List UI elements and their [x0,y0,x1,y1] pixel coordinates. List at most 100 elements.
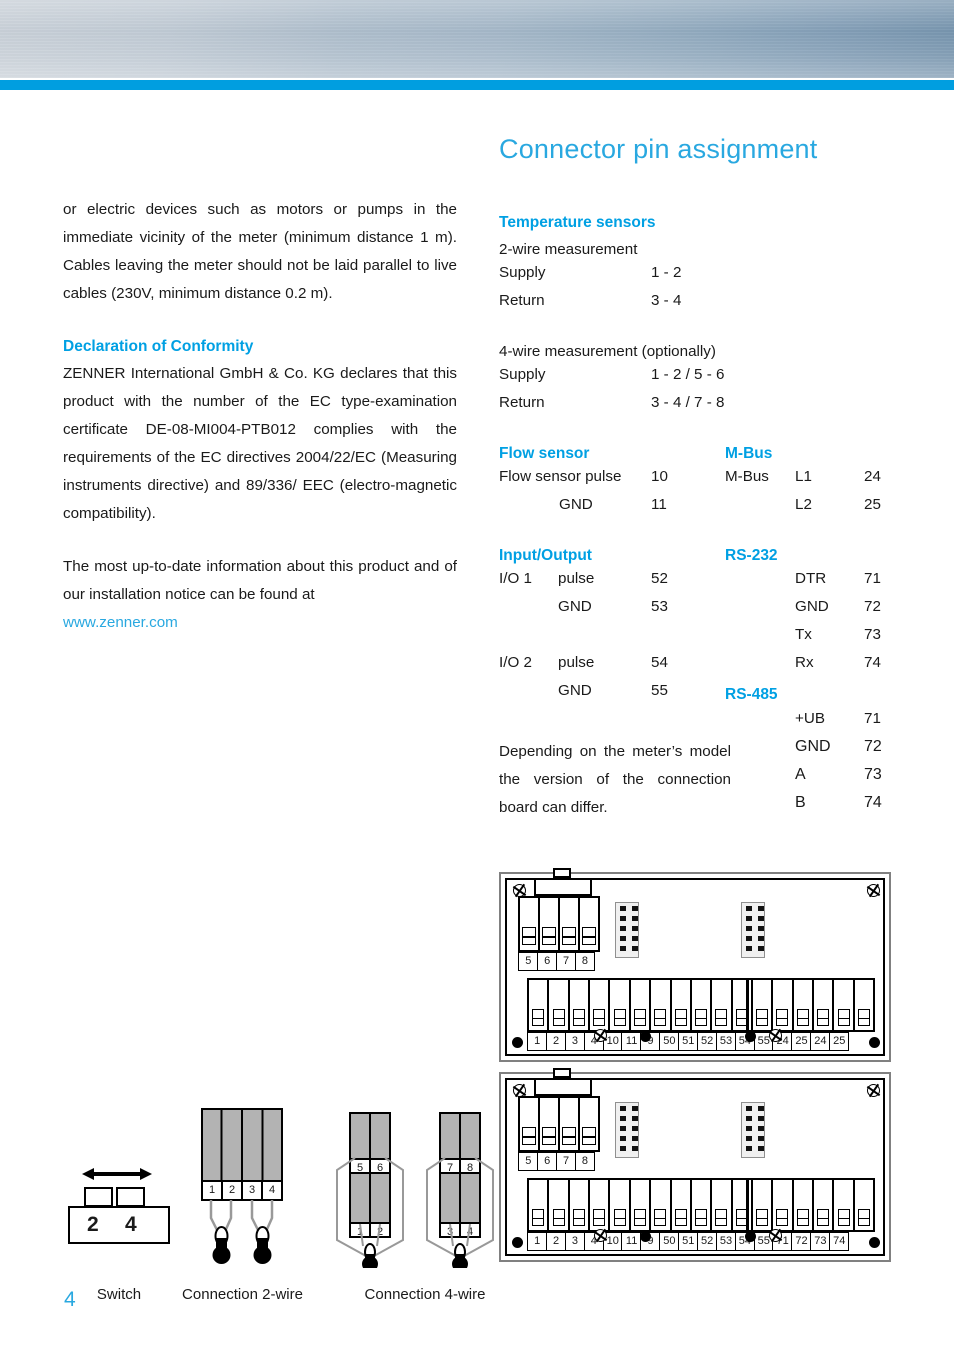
terminal-slot[interactable] [773,1180,794,1230]
terminal-slot[interactable] [549,980,570,1030]
terminal-slot[interactable] [692,980,713,1030]
terminal-slot[interactable] [610,1180,631,1230]
jumper-pin-icon [758,936,764,941]
screw-slot-icon [532,1009,545,1026]
terminal-slot[interactable] [712,1180,733,1230]
jumper-block-left[interactable] [615,1102,639,1158]
switch-label-right: 4 [125,1213,137,1236]
jumper-pin-icon [758,1146,764,1151]
jumper-pin-icon [620,936,626,941]
jumper-pin-icon [746,1146,752,1151]
terminal-slot[interactable] [549,1180,570,1230]
terminal-slot[interactable] [672,980,692,1030]
spec-row-io1-pulse: I/O 1 pulse 52 DTR 71 [499,570,899,598]
solder-dot-icon [512,1037,523,1048]
wire-pair-icon [209,1200,274,1264]
row-group: I/O 1 [499,570,532,588]
screw-slot-icon [837,1009,850,1026]
row-label: B [795,794,806,812]
connection-2wire-caption: Connection 2-wire [182,1286,303,1303]
terminal-slot[interactable] [529,980,550,1030]
terminal-slot[interactable] [540,898,560,950]
terminal-slot[interactable] [733,980,753,1030]
screw-slot-icon [817,1009,830,1026]
screw-slot-icon [796,1209,809,1226]
terminal-slot[interactable] [753,980,774,1030]
terminal-slot[interactable] [773,980,794,1030]
terminal-slot[interactable] [814,1180,835,1230]
terminal-slot[interactable] [753,1180,774,1230]
jumper-block-left[interactable] [615,902,639,958]
terminal-slot[interactable] [590,1180,611,1230]
terminal-number: 1 [527,1032,548,1051]
screw-icon [769,1229,782,1242]
spec-row-supply-2wire: Supply 1 - 2 [499,264,899,292]
terminal-slot[interactable] [540,1098,560,1150]
main-terminal-block[interactable] [527,978,875,1032]
row-value: 72 [864,738,882,756]
terminal-slot[interactable] [712,980,733,1030]
terminal-slot[interactable] [855,980,873,1030]
terminal-slot[interactable] [631,1180,652,1230]
four-wire-measurement-label: 4-wire measurement (optionally) [499,343,716,361]
temperature-connector-block[interactable] [518,896,600,952]
terminal-slot[interactable] [855,1180,873,1230]
row-label: L2 [795,496,812,514]
terminal-slot[interactable] [814,980,835,1030]
row-value: 52 [651,570,668,588]
row-label: Supply [499,366,546,384]
terminal-slot[interactable] [520,898,540,950]
terminal-group-divider [746,978,749,1032]
terminal-slot[interactable] [590,980,611,1030]
screw-slot-icon [756,1009,769,1026]
terminal-slot[interactable] [560,1098,580,1150]
terminal-slot[interactable] [794,1180,815,1230]
terminal-slot[interactable] [651,1180,672,1230]
screw-slot-icon [572,1009,585,1026]
switch-key-4[interactable] [116,1187,145,1207]
terminal-slot[interactable] [529,1180,550,1230]
terminal-dividers [220,1108,264,1182]
row-value: 54 [651,654,668,672]
row-label: +UB [795,710,825,728]
terminal-slot[interactable] [794,980,815,1030]
terminal-slot[interactable] [834,980,855,1030]
screw-slot-icon [756,1209,769,1226]
screw-slot-icon [582,927,596,945]
terminal-slot[interactable] [580,1098,598,1150]
terminal-number: 25 [829,1032,850,1051]
page-title: Connector pin assignment [499,134,818,164]
terminal-slot[interactable] [610,980,631,1030]
terminal-slot[interactable] [631,980,652,1030]
terminal-slot[interactable] [580,898,598,950]
temperature-connector-block[interactable] [518,1096,600,1152]
connection-board-rs: 5678 1 2 3 4 10 11 9 50 51 52 53 54 55 71 72 73 74 [499,1068,891,1262]
jumper-block-right[interactable] [741,1102,765,1158]
terminal-slot[interactable] [570,980,591,1030]
screw-slot-icon [593,1009,606,1026]
terminal-slot[interactable] [560,898,580,950]
jumper-pin-icon [758,1106,764,1111]
jumper-pin-icon [746,1116,752,1121]
terminal-number: 7 [555,1152,577,1171]
jumper-block-right[interactable] [741,902,765,958]
jumper-pin-icon [632,1126,638,1131]
row-label: pulse [558,570,595,588]
power-connector [534,878,592,896]
terminal-slot[interactable] [520,1098,540,1150]
terminal-slot[interactable] [733,1180,753,1230]
terminal-slot[interactable] [570,1180,591,1230]
terminal-slot[interactable] [834,1180,855,1230]
screw-slot-icon [522,1127,536,1145]
row-label: GND [795,598,829,616]
main-terminal-block[interactable] [527,1178,875,1232]
spec-row-io1-gnd: GND 53 GND 72 [499,598,899,626]
zenner-website-link[interactable]: www.zenner.com [63,614,178,631]
row-label: pulse [558,654,595,672]
terminal-slot[interactable] [692,1180,713,1230]
terminal-slot[interactable] [672,1180,692,1230]
terminal-slot[interactable] [651,980,672,1030]
solder-dot-icon [745,1231,756,1242]
switch-key-2[interactable] [84,1187,113,1207]
